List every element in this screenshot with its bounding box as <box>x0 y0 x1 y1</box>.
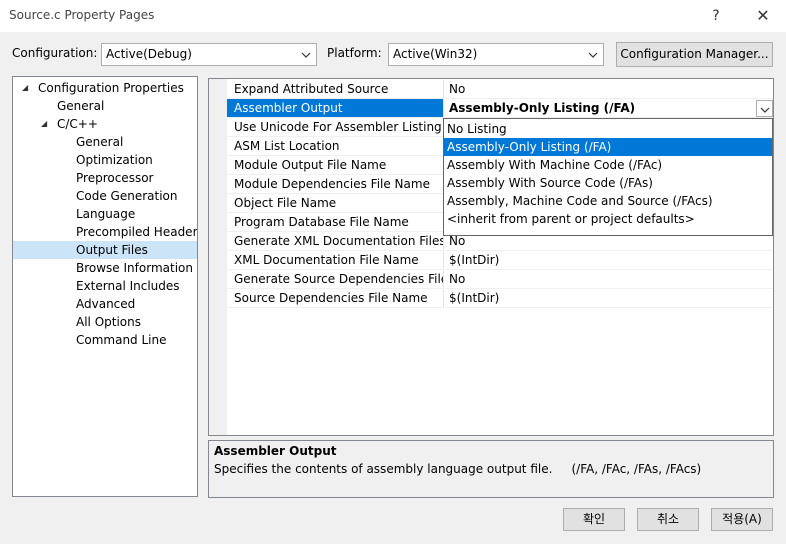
property-name: Generate XML Documentation Files <box>227 232 444 251</box>
dropdown-button[interactable] <box>756 100 773 117</box>
tree-item-label: Preprocessor <box>76 171 154 185</box>
expander-icon[interactable]: ◢ <box>41 115 51 133</box>
tree-item-code-generation[interactable]: Code Generation <box>13 187 197 205</box>
tree-item-external-includes[interactable]: External Includes <box>13 277 197 295</box>
property-row[interactable]: Generate Source Dependencies File No <box>227 270 773 289</box>
tree-item-label: C/C++ <box>57 117 98 131</box>
property-name: Expand Attributed Source <box>227 80 444 99</box>
dropdown-option[interactable]: Assembly, Machine Code and Source (/FAcs… <box>444 192 772 210</box>
description-text: Specifies the contents of assembly langu… <box>214 462 702 476</box>
tree-item-all-options[interactable]: All Options <box>13 313 197 331</box>
chevron-down-icon <box>760 107 770 113</box>
property-value-text: Assembly-Only Listing (/FA) <box>449 101 636 115</box>
property-value[interactable]: Assembly-Only Listing (/FA) <box>445 99 773 118</box>
dropdown-option[interactable]: <inherit from parent or project defaults… <box>444 210 772 228</box>
property-row[interactable]: Expand Attributed Source No <box>227 80 773 99</box>
property-row[interactable]: Source Dependencies File Name $(IntDir) <box>227 289 773 308</box>
property-name: Program Database File Name <box>227 213 444 232</box>
close-button[interactable]: ✕ <box>751 5 775 27</box>
category-tree: ◢ Configuration Properties General ◢ C/C… <box>12 76 198 497</box>
tree-item-label: External Includes <box>76 279 180 293</box>
tree-item-label: Browse Information <box>76 261 193 275</box>
tree-item-browse-information[interactable]: Browse Information <box>13 259 197 277</box>
chevron-down-icon <box>587 44 599 65</box>
dropdown-option[interactable]: Assembly With Source Code (/FAs) <box>444 174 772 192</box>
tree-item-preprocessor[interactable]: Preprocessor <box>13 169 197 187</box>
tree-item-label: Configuration Properties <box>38 81 184 95</box>
property-name: ASM List Location <box>227 137 444 156</box>
chevron-down-icon <box>300 44 312 65</box>
property-name: Assembler Output <box>227 99 444 118</box>
expander-icon[interactable]: ◢ <box>22 79 32 97</box>
property-name: Object File Name <box>227 194 444 213</box>
property-row[interactable]: XML Documentation File Name $(IntDir) <box>227 251 773 270</box>
description-title: Assembler Output <box>214 444 337 458</box>
dropdown-option[interactable]: Assembly With Machine Code (/FAc) <box>444 156 772 174</box>
property-name: Module Dependencies File Name <box>227 175 444 194</box>
window-title: Source.c Property Pages <box>9 8 155 22</box>
ok-button[interactable]: 확인 <box>563 508 625 531</box>
tree-item-optimization[interactable]: Optimization <box>13 151 197 169</box>
dropdown-option-selected[interactable]: Assembly-Only Listing (/FA) <box>444 138 772 156</box>
assembler-output-dropdown: No Listing Assembly-Only Listing (/FA) A… <box>443 118 773 236</box>
platform-label: Platform: <box>327 46 382 60</box>
tree-item-c-cpp[interactable]: ◢ C/C++ <box>13 115 197 133</box>
tree-item-label: Command Line <box>76 333 167 347</box>
tree-item-output-files[interactable]: Output Files <box>13 241 197 259</box>
tree-item-label: Code Generation <box>76 189 178 203</box>
grid-gutter <box>209 79 227 435</box>
property-value: No <box>445 270 773 289</box>
tree-item-label: Advanced <box>76 297 136 311</box>
apply-button[interactable]: 적용(A) <box>711 508 773 531</box>
configuration-manager-button[interactable]: Configuration Manager... <box>616 42 773 67</box>
tree-item-general[interactable]: General <box>13 97 197 115</box>
configuration-value: Active(Debug) <box>106 47 192 61</box>
tree-item-advanced[interactable]: Advanced <box>13 295 197 313</box>
description-panel: Assembler Output Specifies the contents … <box>208 440 774 498</box>
tree-item-label: Language <box>76 207 136 221</box>
tree-item-precompiled-headers[interactable]: Precompiled Headers <box>13 223 197 241</box>
property-name: Module Output File Name <box>227 156 444 175</box>
tree-item-label: Precompiled Headers <box>76 225 198 239</box>
tree-item-command-line[interactable]: Command Line <box>13 331 197 349</box>
platform-value: Active(Win32) <box>393 47 478 61</box>
tree-item-label: General <box>76 135 124 149</box>
help-button[interactable]: ? <box>704 5 728 27</box>
property-value: No <box>445 80 773 99</box>
tree-item-language[interactable]: Language <box>13 205 197 223</box>
configuration-label: Configuration: <box>12 46 98 60</box>
cancel-button[interactable]: 취소 <box>637 508 699 531</box>
tree-item-label: All Options <box>76 315 141 329</box>
configuration-select[interactable]: Active(Debug) <box>101 43 317 66</box>
tree-item-label: General <box>57 99 105 113</box>
property-value: $(IntDir) <box>445 289 773 308</box>
dropdown-option[interactable]: No Listing <box>444 120 772 138</box>
title-bar: Source.c Property Pages ? ✕ <box>0 0 786 32</box>
property-name: Source Dependencies File Name <box>227 289 444 308</box>
tree-item-configuration-properties[interactable]: ◢ Configuration Properties <box>13 79 197 97</box>
tree-item-label: Optimization <box>76 153 153 167</box>
tree-item-label: Output Files <box>76 243 148 257</box>
property-value: $(IntDir) <box>445 251 773 270</box>
property-name: XML Documentation File Name <box>227 251 444 270</box>
property-name: Use Unicode For Assembler Listing <box>227 118 444 137</box>
platform-select[interactable]: Active(Win32) <box>388 43 604 66</box>
tree-item-cpp-general[interactable]: General <box>13 133 197 151</box>
property-row-assembler-output[interactable]: Assembler Output Assembly-Only Listing (… <box>227 99 773 118</box>
property-name: Generate Source Dependencies File <box>227 270 444 289</box>
